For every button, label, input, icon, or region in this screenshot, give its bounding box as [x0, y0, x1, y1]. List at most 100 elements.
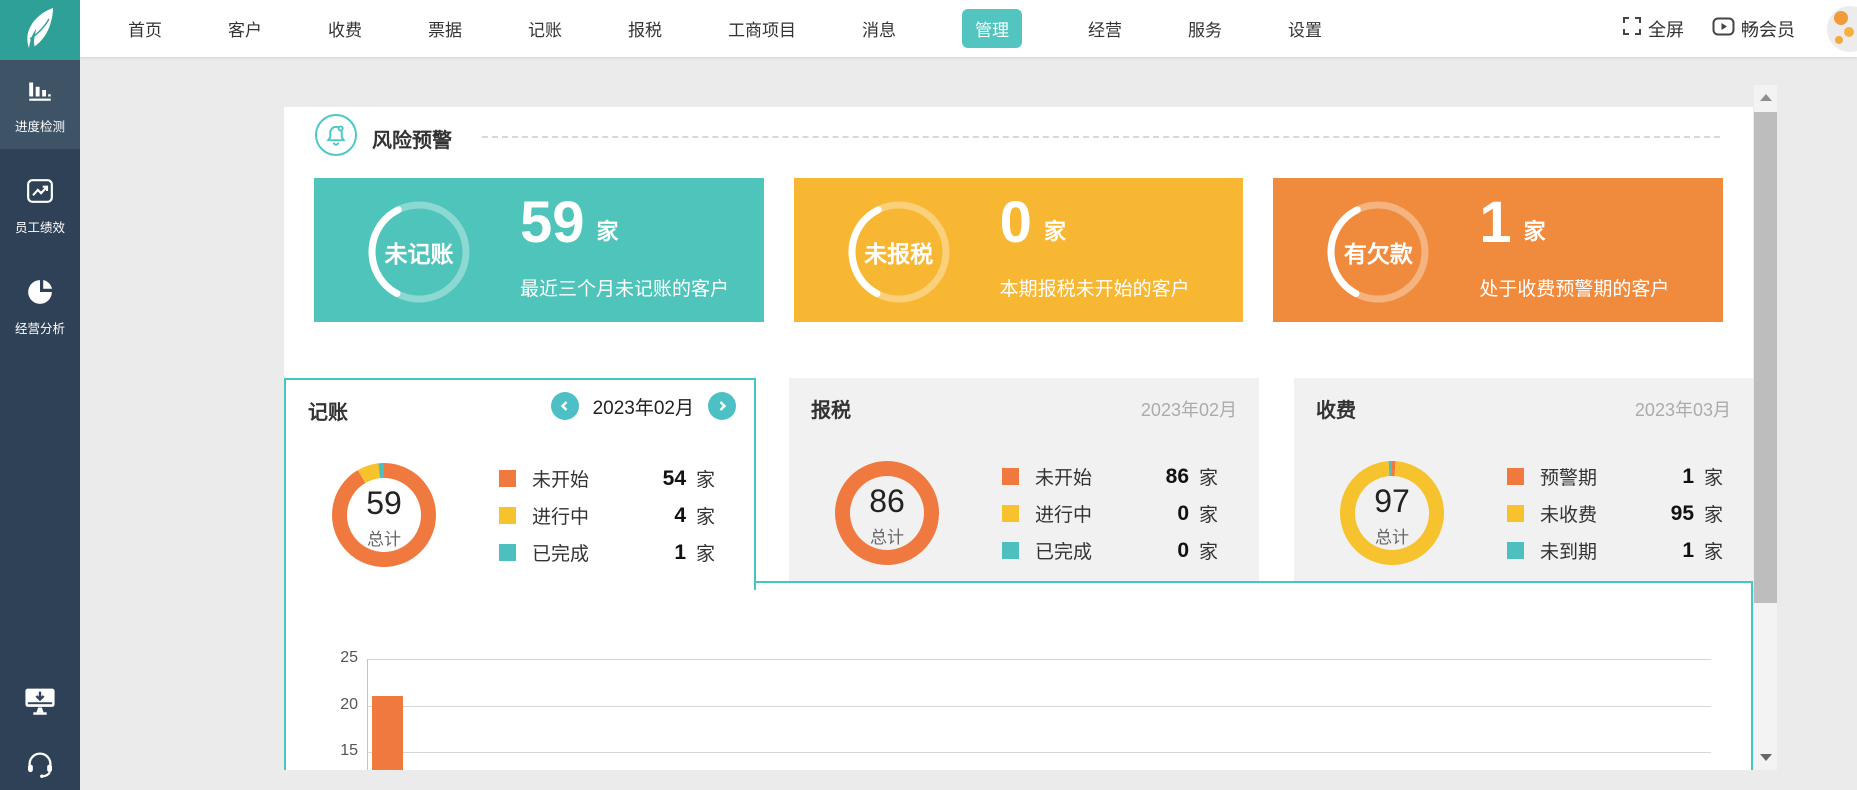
nav-item-tax[interactable]: 报税	[628, 16, 662, 41]
vertical-scrollbar[interactable]	[1754, 85, 1777, 770]
nav-item-services[interactable]: 服务	[1188, 16, 1222, 41]
y-axis-tick-label: 15	[340, 742, 358, 759]
bar-chart-icon	[25, 76, 55, 107]
panel-title: 报税	[811, 400, 851, 422]
legend: 未开始 86 家 进行中 0 家 已完成 0 家	[1002, 458, 1218, 569]
legend-swatch	[1002, 468, 1019, 485]
nav-item-management[interactable]: 管理	[962, 9, 1022, 48]
sidebar-item-progress-check[interactable]: 进度检测	[0, 60, 80, 149]
legend-unit: 家	[1199, 542, 1219, 563]
panel-title: 收费	[1316, 400, 1356, 422]
member-video-button[interactable]: 畅会员	[1712, 16, 1795, 42]
gridline	[367, 752, 1711, 753]
status-panels-row: 记账 2023年02月 59 总计 未开始 54 家 进行中 4 家 已完成 1…	[284, 378, 1753, 590]
panel-date: 2023年03月	[1634, 400, 1731, 420]
legend-label: 未开始	[532, 470, 590, 491]
panel-tax-filing[interactable]: 报税 2023年02月 86 总计 未开始 86 家 进行中 0 家 已完成 0…	[789, 378, 1259, 588]
card-description: 处于收费预警期的客户	[1479, 279, 1670, 300]
legend-unit: 家	[1199, 468, 1219, 489]
dashed-divider	[482, 136, 1720, 138]
fullscreen-button[interactable]: 全屏	[1622, 16, 1684, 42]
top-nav: 首页 客户 收费 票据 记账 报税 工商项目 消息 管理 经营 服务 设置 全屏	[0, 0, 1857, 60]
scroll-down-button[interactable]	[1754, 745, 1777, 770]
bookkeeping-detail-chart-panel: 25 20 15	[284, 581, 1753, 770]
fullscreen-icon	[1622, 16, 1642, 41]
risk-card-arrears[interactable]: 有欠款 1 家 处于收费预警期的客户	[1273, 178, 1724, 322]
card-description: 最近三个月未记账的客户	[520, 279, 730, 300]
legend-label: 预警期	[1540, 468, 1598, 489]
nav-item-bookkeeping[interactable]: 记账	[528, 16, 562, 41]
sidebar-item-label: 经营分析	[14, 322, 65, 336]
risk-bell-icon	[315, 114, 357, 156]
left-sidebar: 进度检测 员工绩效 经营分析	[0, 57, 80, 790]
legend-value: 1	[1682, 538, 1694, 562]
sidebar-item-business-analysis[interactable]: 经营分析	[0, 262, 80, 351]
risk-card-untaxed[interactable]: 未报税 0 家 本期报税未开始的客户	[793, 178, 1244, 322]
donut-total: 86	[869, 483, 905, 519]
y-axis-tick-label: 25	[340, 649, 358, 666]
donut-total-label: 总计	[870, 528, 904, 547]
legend: 预警期 1 家 未收费 95 家 未到期 1 家	[1507, 458, 1723, 569]
user-avatar[interactable]	[1827, 6, 1857, 52]
pie-chart-icon	[25, 278, 55, 309]
legend-unit: 家	[1704, 468, 1724, 489]
bookkeeping-donut-chart: 59 总计	[332, 463, 436, 567]
legend-label: 进行中	[1035, 505, 1093, 526]
dashboard-content-card: 风险预警 未记账 59 家 最近三个月未记账的客户 未报税 0 家 本期报税未开…	[284, 107, 1753, 770]
nav-right-tools: 全屏 畅会员	[1622, 0, 1795, 57]
scroll-up-button[interactable]	[1754, 85, 1777, 110]
legend-value: 95	[1670, 501, 1694, 525]
legend-label: 进行中	[532, 507, 590, 528]
panel-billing[interactable]: 收费 2023年03月 97 总计 预警期 1 家 未收费 95 家 未到期 1…	[1294, 378, 1753, 588]
legend-unit: 家	[1704, 542, 1724, 563]
nav-item-settings[interactable]: 设置	[1288, 16, 1322, 41]
donut-total-label: 总计	[1375, 528, 1409, 547]
nav-item-operations[interactable]: 经营	[1088, 16, 1122, 41]
card-unit: 家	[1523, 219, 1546, 244]
nav-item-customers[interactable]: 客户	[228, 16, 262, 41]
tax-donut-chart: 86 总计	[835, 461, 939, 565]
legend-swatch	[1002, 505, 1019, 522]
risk-section-title: 风险预警	[372, 130, 452, 152]
nav-item-messages[interactable]: 消息	[862, 16, 896, 41]
legend-row: 预警期 1 家	[1507, 458, 1723, 495]
client-download-icon[interactable]	[23, 686, 57, 723]
ring-label: 未报税	[864, 241, 934, 267]
nav-item-business-projects[interactable]: 工商项目	[728, 16, 796, 41]
card-value: 1	[1479, 190, 1512, 255]
legend-value: 86	[1165, 464, 1189, 488]
legend-label: 已完成	[532, 544, 590, 565]
nav-item-invoices[interactable]: 票据	[428, 16, 462, 41]
sidebar-bottom-tools	[0, 686, 80, 784]
nav-menu: 首页 客户 收费 票据 记账 报税 工商项目 消息 管理 经营 服务 设置	[128, 9, 1322, 48]
legend-value: 0	[1177, 538, 1189, 562]
legend-swatch	[499, 470, 516, 487]
gridline	[367, 705, 1711, 707]
panel-title: 记账	[308, 402, 348, 424]
legend-value: 1	[674, 540, 686, 564]
legend-swatch	[1507, 542, 1524, 559]
y-axis-line	[367, 659, 368, 770]
customer-service-headset-icon[interactable]	[24, 749, 56, 784]
legend-unit: 家	[1199, 505, 1219, 526]
risk-card-unbooked[interactable]: 未记账 59 家 最近三个月未记账的客户	[314, 178, 764, 322]
card-unit: 家	[1043, 219, 1066, 244]
next-month-button[interactable]	[708, 392, 736, 420]
fullscreen-label: 全屏	[1648, 19, 1684, 40]
sidebar-item-staff-performance[interactable]: 员工绩效	[0, 161, 80, 250]
feather-logo-icon	[20, 6, 60, 55]
ring-label: 有欠款	[1343, 241, 1413, 267]
nav-item-home[interactable]: 首页	[128, 16, 162, 41]
scroll-thumb[interactable]	[1754, 112, 1777, 603]
prev-month-button[interactable]	[550, 392, 579, 420]
nav-item-billing[interactable]: 收费	[328, 16, 362, 41]
legend-swatch	[1002, 542, 1019, 559]
legend-row: 进行中 0 家	[1002, 495, 1218, 532]
card-value: 0	[999, 190, 1032, 255]
trend-chart-icon	[25, 177, 55, 208]
app-logo[interactable]	[0, 0, 80, 60]
y-axis-tick-label: 20	[340, 695, 358, 713]
panel-bookkeeping[interactable]: 记账 2023年02月 59 总计 未开始 54 家 进行中 4 家 已完成 1…	[284, 378, 756, 590]
legend-row: 已完成 0 家	[1002, 532, 1218, 569]
gridline	[367, 659, 1711, 660]
